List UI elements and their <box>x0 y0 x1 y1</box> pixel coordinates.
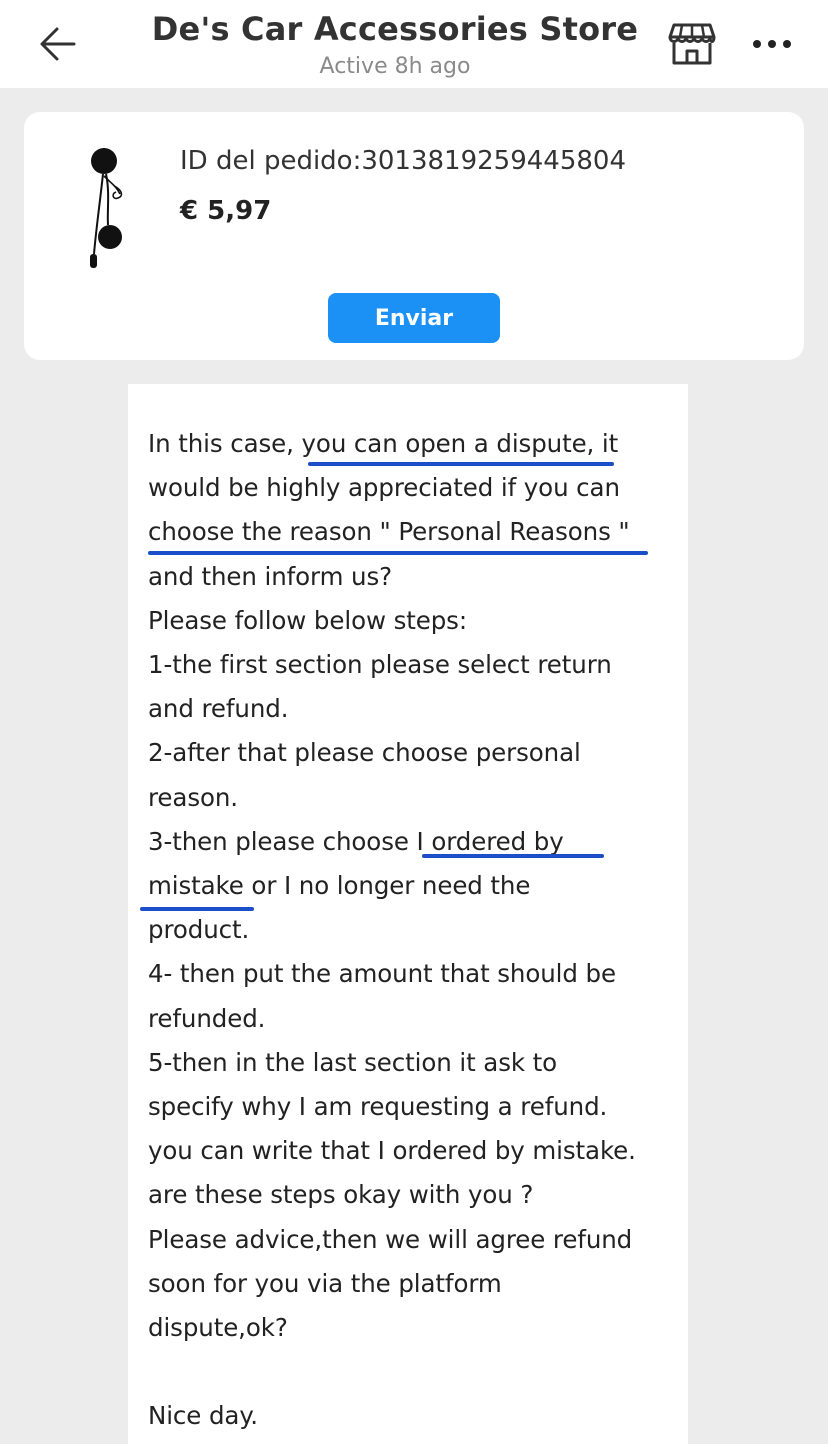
chat-header: De's Car Accessories Store Active 8h ago <box>0 0 828 88</box>
send-order-button[interactable]: Enviar <box>328 293 500 343</box>
back-button[interactable] <box>36 22 80 66</box>
product-thumbnail <box>90 148 123 268</box>
message-list[interactable]: In this case, you can open a dispute, it… <box>0 384 828 1444</box>
order-card[interactable]: ID del pedido:3013819259445804 € 5,97 En… <box>24 112 804 360</box>
annotation-underline-mistake <box>140 907 254 911</box>
annotation-underline-reason <box>148 551 648 555</box>
order-price: € 5,97 <box>180 196 272 226</box>
storefront-icon <box>668 23 716 65</box>
order-id: ID del pedido:3013819259445804 <box>180 146 627 176</box>
active-status: Active 8h ago <box>319 54 471 79</box>
annotation-underline-dispute <box>308 462 614 466</box>
store-button[interactable] <box>664 18 720 70</box>
header-title-group: De's Car Accessories Store Active 8h ago <box>150 8 640 82</box>
more-horizontal-icon <box>753 40 791 48</box>
message-bubble: In this case, you can open a dispute, it… <box>128 384 688 1444</box>
more-options-button[interactable] <box>748 24 796 64</box>
annotation-underline-ordered-by <box>422 854 604 858</box>
arrow-left-icon <box>40 27 76 61</box>
store-name: De's Car Accessories Store <box>151 10 639 48</box>
message-text: In this case, you can open a dispute, it… <box>148 429 636 1431</box>
